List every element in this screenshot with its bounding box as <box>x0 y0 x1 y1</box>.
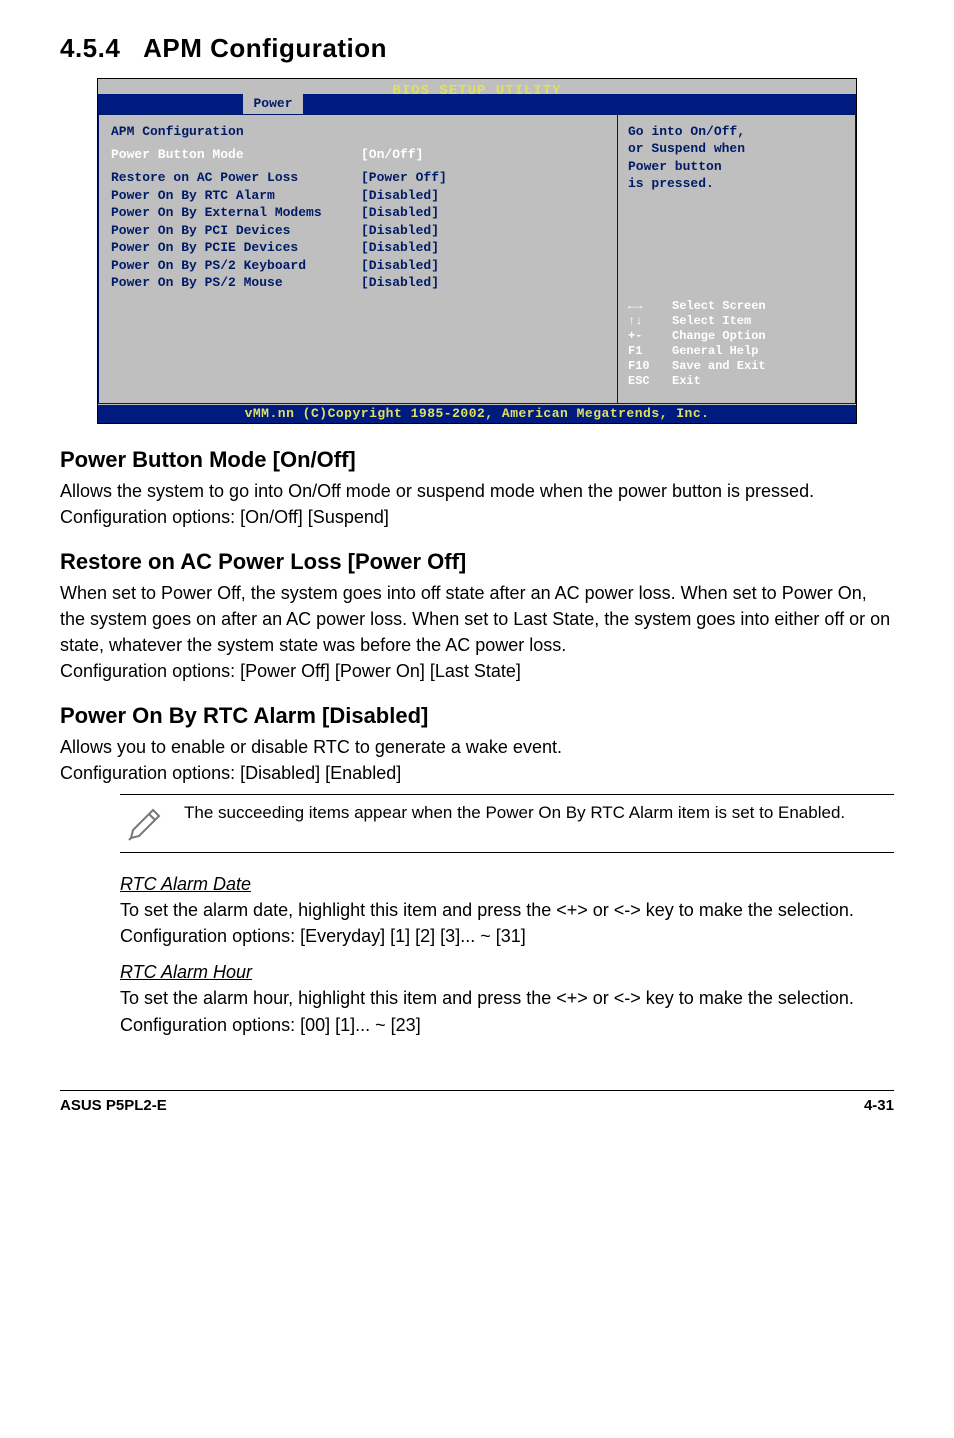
bios-key-label: Select Screen <box>672 299 847 314</box>
bios-footer: vMM.nn (C)Copyright 1985-2002, American … <box>98 405 856 423</box>
subsection-heading: Restore on AC Power Loss [Power Off] <box>60 546 894 578</box>
bios-row: Restore on AC Power Loss [Power Off] <box>111 169 605 187</box>
bios-key-label: General Help <box>672 344 847 359</box>
bios-screenshot: BIOS SETUP UTILITY Power APM Configurati… <box>97 78 857 424</box>
page-footer: ASUS P5PL2-E 4-31 <box>60 1095 894 1117</box>
paragraph: Allows you to enable or disable RTC to g… <box>60 734 894 786</box>
bios-row: Power On By PS/2 Keyboard [Disabled] <box>111 257 605 275</box>
bios-row-label: Power On By PCIE Devices <box>111 239 361 257</box>
bios-row: Power On By PCI Devices [Disabled] <box>111 222 605 240</box>
section-title: APM Configuration <box>143 33 387 63</box>
bios-key-label: Change Option <box>672 329 847 344</box>
bios-mode-label: Power Button Mode <box>111 146 361 164</box>
bios-row: Power On By RTC Alarm [Disabled] <box>111 187 605 205</box>
bios-right-pane: Go into On/Off, or Suspend when Power bu… <box>618 114 856 404</box>
bios-row-label: Power On By External Modems <box>111 204 361 222</box>
section-heading: 4.5.4 APM Configuration <box>60 30 894 68</box>
paragraph: Allows the system to go into On/Off mode… <box>60 478 894 530</box>
bios-key-label: Select Item <box>672 314 847 329</box>
bios-key: ESC <box>628 374 672 389</box>
sub-title: RTC Alarm Date <box>120 871 894 897</box>
bios-key: ←→ <box>628 299 672 314</box>
bios-keys: ←→Select Screen ↑↓Select Item +-Change O… <box>628 299 847 389</box>
bios-row-value: [Disabled] <box>361 204 605 222</box>
bios-key-label: Save and Exit <box>672 359 847 374</box>
bios-row-value: [Disabled] <box>361 257 605 275</box>
note-box: The succeeding items appear when the Pow… <box>120 794 894 853</box>
bios-row-label: Power On By RTC Alarm <box>111 187 361 205</box>
bios-row-label: Power On By PCI Devices <box>111 222 361 240</box>
bios-mode-value: [On/Off] <box>361 146 605 164</box>
paragraph: To set the alarm hour, highlight this it… <box>120 985 894 1037</box>
bios-row-label: Restore on AC Power Loss <box>111 169 361 187</box>
bios-key: F1 <box>628 344 672 359</box>
note-text: The succeeding items appear when the Pow… <box>184 801 894 826</box>
bios-left-pane: APM Configuration Power Button Mode [On/… <box>98 114 618 404</box>
bios-row-value: [Disabled] <box>361 222 605 240</box>
footer-product: ASUS P5PL2-E <box>60 1095 167 1117</box>
bios-left-title: APM Configuration <box>111 123 605 142</box>
footer-divider <box>60 1090 894 1092</box>
bios-key-label: Exit <box>672 374 847 389</box>
bios-row-label: Power On By PS/2 Mouse <box>111 274 361 292</box>
section-number: 4.5.4 <box>60 33 120 63</box>
bios-key: F10 <box>628 359 672 374</box>
subsection-heading: Power Button Mode [On/Off] <box>60 444 894 476</box>
bios-row-value: [Disabled] <box>361 187 605 205</box>
bios-row-label: Power On By PS/2 Keyboard <box>111 257 361 275</box>
bios-utility-title: BIOS SETUP UTILITY <box>98 81 856 101</box>
pencil-icon <box>120 801 168 846</box>
bios-row: Power On By PS/2 Mouse [Disabled] <box>111 274 605 292</box>
paragraph: To set the alarm date, highlight this it… <box>120 897 894 949</box>
bios-row-value: [Power Off] <box>361 169 605 187</box>
bios-row: Power On By PCIE Devices [Disabled] <box>111 239 605 257</box>
bios-help-text: Go into On/Off, or Suspend when Power bu… <box>628 123 845 193</box>
bios-row-value: [Disabled] <box>361 274 605 292</box>
sub-title: RTC Alarm Hour <box>120 959 894 985</box>
subsection-heading: Power On By RTC Alarm [Disabled] <box>60 700 894 732</box>
bios-row-mode: Power Button Mode [On/Off] <box>111 146 605 164</box>
footer-page-number: 4-31 <box>864 1095 894 1117</box>
bios-row-value: [Disabled] <box>361 239 605 257</box>
sub-block: RTC Alarm Date To set the alarm date, hi… <box>120 871 894 1038</box>
paragraph: When set to Power Off, the system goes i… <box>60 580 894 684</box>
bios-key: ↑↓ <box>628 314 672 329</box>
bios-key: +- <box>628 329 672 344</box>
bios-row: Power On By External Modems [Disabled] <box>111 204 605 222</box>
